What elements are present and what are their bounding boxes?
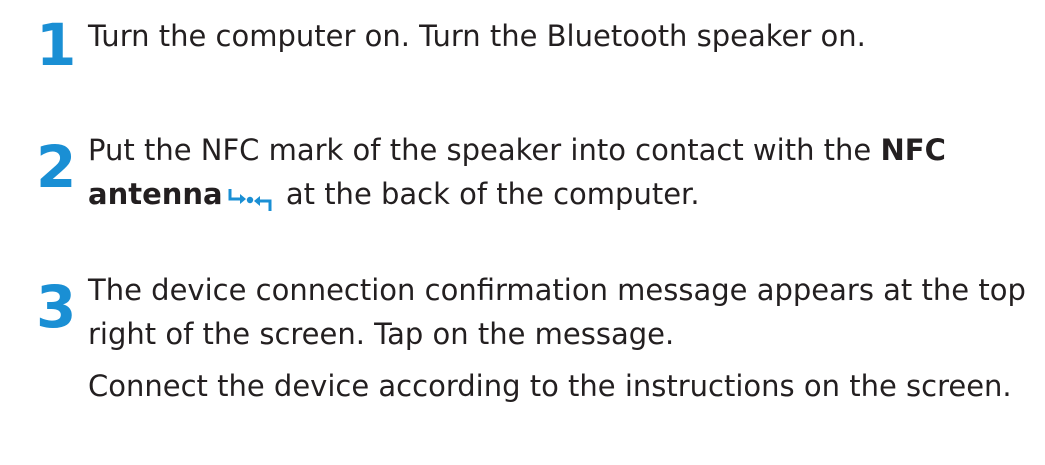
step-additional-instruction: Connect the device according to the inst… (88, 369, 1012, 403)
step-instruction: The device connection confirmation messa… (88, 273, 1026, 351)
step-number: 3 (36, 273, 77, 341)
step-instruction: Turn the computer on. Turn the Bluetooth… (88, 19, 866, 53)
step-text: The device connection confirmation messa… (88, 268, 1038, 408)
step-text: Put the NFC mark of the speaker into con… (88, 128, 1038, 216)
nfc-antenna-icon (227, 181, 273, 211)
step-number: 2 (36, 133, 77, 201)
step-text: Turn the computer on. Turn the Bluetooth… (88, 14, 1038, 58)
instruction-text: at the back of the computer. (276, 177, 700, 211)
step-instruction: Put the NFC mark of the speaker into con… (88, 128, 1038, 216)
instruction-text: Put the NFC mark of the speaker into con… (88, 133, 881, 167)
step-number: 1 (36, 11, 77, 79)
